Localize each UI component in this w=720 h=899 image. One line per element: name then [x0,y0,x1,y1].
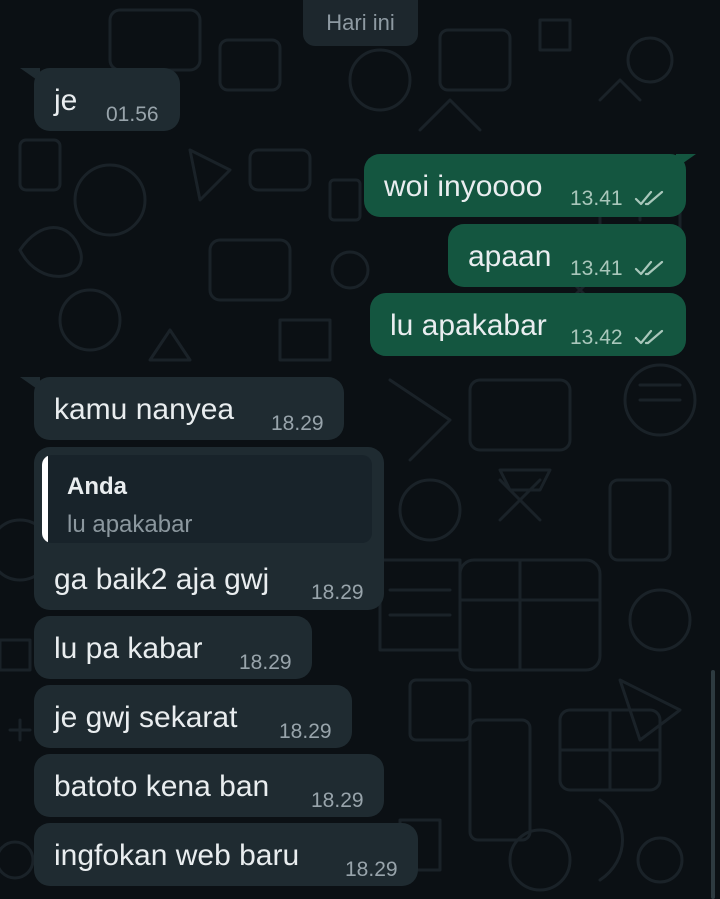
double-check-icon [634,260,664,276]
message-time: 18.29 [239,651,292,674]
message-time: 01.56 [106,103,159,126]
message-text: lu pa kabar [54,632,203,665]
message-outgoing[interactable]: apaan 13.41 [448,224,686,287]
message-incoming[interactable]: batoto kena ban 18.29 [34,754,384,817]
quote-accent-bar [42,455,48,543]
message-outgoing[interactable]: woi inyoooo 13.41 [364,154,686,217]
message-outgoing[interactable]: lu apakabar 13.42 [370,293,686,356]
scrollbar[interactable] [711,670,715,899]
date-separator: Hari ini [303,0,418,46]
message-incoming[interactable]: kamu nanyea 18.29 [34,377,344,440]
message-incoming[interactable]: lu pa kabar 18.29 [34,616,312,679]
message-time: 13.41 [570,257,623,280]
message-text: apaan [468,240,552,273]
message-text: kamu nanyea [54,393,235,426]
double-check-icon [634,329,664,345]
message-text: je gwj sekarat [54,701,238,734]
message-time: 13.42 [570,326,623,349]
message-time: 18.29 [311,789,364,812]
quoted-message[interactable]: Anda lu apakabar [42,455,372,543]
message-time: 18.29 [345,858,398,881]
message-text: ingfokan web baru [54,839,300,872]
message-time: 18.29 [311,581,364,604]
message-text: lu apakabar [390,309,547,342]
message-incoming[interactable]: je gwj sekarat 18.29 [34,685,352,748]
double-check-icon [634,190,664,206]
message-text: je [54,84,78,117]
quoted-sender: Anda [67,473,127,500]
quoted-text: lu apakabar [67,511,193,538]
message-text: woi inyoooo [384,170,543,203]
message-time: 13.41 [570,187,623,210]
message-time: 18.29 [271,412,324,435]
message-text: batoto kena ban [54,770,270,803]
message-incoming-reply[interactable]: Anda lu apakabar ga baik2 aja gwj 18.29 [34,447,384,610]
message-incoming[interactable]: je 01.56 [34,68,180,131]
message-text: ga baik2 aja gwj [54,563,270,596]
message-time: 18.29 [279,720,332,743]
message-incoming[interactable]: ingfokan web baru 18.29 [34,823,418,886]
chat-screen: Hari ini je 01.56 woi inyoooo 13.41 apaa… [0,0,720,899]
